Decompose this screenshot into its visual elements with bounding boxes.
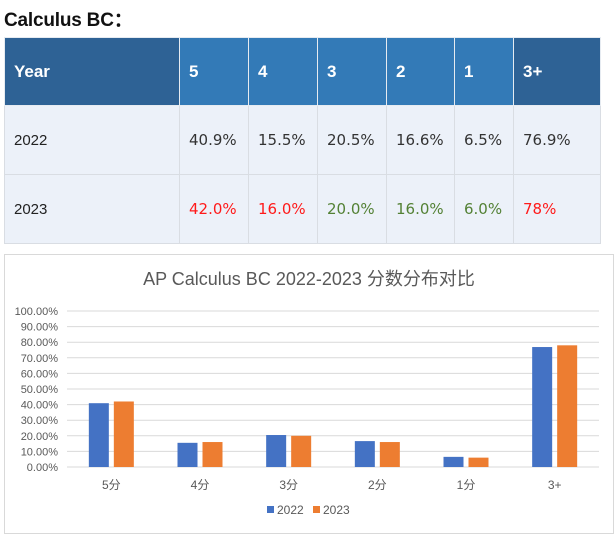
table-cell: 6.0%	[454, 174, 514, 244]
bar-2022-0	[88, 403, 109, 467]
table-cell: 6.5%	[454, 105, 514, 175]
legend-swatch-2023	[313, 506, 320, 513]
y-tick-label: 80.00%	[21, 337, 59, 349]
table-cell: 16.0%	[248, 174, 318, 244]
y-tick-label: 0.00%	[27, 462, 58, 474]
table-cell: 42.0%	[179, 174, 249, 244]
bar-2023-2	[291, 435, 312, 467]
header-score-3: 3	[317, 37, 387, 106]
bar-2022-4	[443, 456, 464, 467]
x-tick-label: 3分	[279, 478, 298, 492]
legend-label: 2022	[277, 503, 304, 517]
x-axis-ticks: 5分 4分 3分 2分 1分 3+	[102, 478, 562, 492]
table-row: 2023 42.0% 16.0% 20.0% 16.0% 6.0% 78%	[4, 174, 601, 244]
x-tick-label: 4分	[191, 478, 210, 492]
x-tick-label: 5分	[102, 478, 121, 492]
bar-2023-4	[468, 457, 489, 467]
table-cell: 40.9%	[179, 105, 249, 175]
table-cell: 20.0%	[317, 174, 387, 244]
chart-title: AP Calculus BC 2022-2023 分数分布对比	[143, 269, 475, 289]
x-tick-label: 1分	[457, 478, 476, 492]
y-tick-label: 40.00%	[21, 400, 59, 412]
y-tick-label: 30.00%	[21, 415, 59, 427]
x-tick-label: 3+	[548, 478, 562, 492]
header-score-5: 5	[179, 37, 249, 106]
bar-2023-3	[379, 442, 400, 467]
table-cell: 76.9%	[513, 105, 601, 175]
table-cell: 15.5%	[248, 105, 318, 175]
y-tick-label: 60.00%	[21, 368, 59, 380]
row-year: 2022	[4, 105, 180, 175]
header-score-4: 4	[248, 37, 318, 106]
header-score-3plus: 3+	[513, 37, 601, 106]
bar-2022-5	[532, 347, 553, 467]
header-year: Year	[4, 37, 180, 106]
table-cell: 78%	[513, 174, 601, 244]
bar-2023-1	[202, 442, 223, 467]
bar-2022-2	[266, 435, 287, 467]
legend-swatch-2022	[267, 506, 274, 513]
score-table: Year 5 4 3 2 1 3+ 2022 40.9% 15.5% 20.5%…	[4, 37, 601, 244]
y-axis-ticks: 0.00% 10.00% 20.00% 30.00% 40.00% 50.00% 60.00…	[15, 306, 59, 474]
bar-2022-3	[354, 441, 375, 467]
y-tick-label: 20.00%	[21, 431, 59, 443]
bars	[88, 345, 578, 467]
row-year: 2023	[4, 174, 180, 244]
y-tick-label: 50.00%	[21, 384, 59, 396]
bar-2023-5	[557, 345, 578, 467]
bar-chart: AP Calculus BC 2022-2023 分数分布对比 0.00% 10.…	[15, 269, 599, 517]
page-title: Calculus BC：	[4, 10, 133, 31]
table-cell: 16.0%	[386, 174, 455, 244]
legend-label: 2023	[323, 503, 350, 517]
gridlines	[67, 310, 599, 468]
bar-2023-0	[113, 401, 134, 467]
table-row: 2022 40.9% 15.5% 20.5% 16.6% 6.5% 76.9%	[4, 105, 601, 175]
y-tick-label: 90.00%	[21, 322, 59, 334]
legend: 2022 2023	[267, 503, 350, 517]
header-score-1: 1	[454, 37, 514, 106]
x-tick-label: 2分	[368, 478, 387, 492]
table-header-row: Year 5 4 3 2 1 3+	[4, 37, 601, 106]
header-score-2: 2	[386, 37, 455, 106]
y-tick-label: 70.00%	[21, 353, 59, 365]
bar-2022-1	[177, 442, 198, 467]
y-tick-label: 10.00%	[21, 446, 59, 458]
chart-container: AP Calculus BC 2022-2023 分数分布对比 0.00% 10.…	[4, 254, 614, 534]
y-tick-label: 100.00%	[15, 306, 59, 318]
table-cell: 20.5%	[317, 105, 387, 175]
table-cell: 16.6%	[386, 105, 455, 175]
